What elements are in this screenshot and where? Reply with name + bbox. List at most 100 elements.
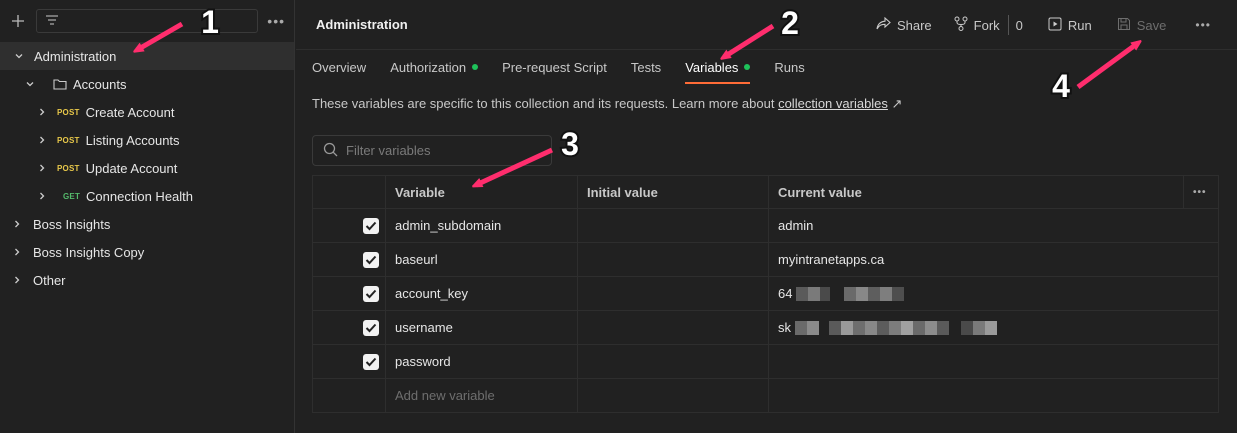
table-row: account_key 64: [312, 276, 1219, 311]
main-panel: Administration Share Fork 0 Run Save •••…: [296, 0, 1237, 433]
fork-icon: [954, 16, 968, 34]
add-new-variable-input[interactable]: Add new variable: [385, 378, 578, 413]
play-icon: [1048, 17, 1062, 34]
tab-tests[interactable]: Tests: [631, 50, 661, 84]
filter-icon: [45, 14, 59, 29]
redacted-value: [796, 286, 905, 302]
sidebar-item-label: Connection Health: [86, 188, 194, 204]
current-value-cell[interactable]: sk: [768, 310, 1219, 345]
more-icon[interactable]: •••: [266, 11, 286, 31]
method-badge: POST: [57, 163, 80, 173]
column-header-initial-value: Initial value: [577, 175, 769, 209]
chevron-right-icon: [35, 133, 49, 147]
checkbox-cell: [312, 242, 386, 277]
checkbox-cell: [312, 378, 386, 413]
column-options[interactable]: •••: [1183, 175, 1219, 209]
sidebar-item-update-account[interactable]: POST Update Account: [0, 154, 294, 182]
redacted-value: [794, 320, 997, 336]
save-label: Save: [1136, 17, 1167, 33]
current-value[interactable]: [768, 378, 1219, 413]
enabled-checkbox[interactable]: [363, 251, 379, 268]
sidebar-item-label: Other: [33, 272, 66, 288]
table-row: username sk: [312, 310, 1219, 345]
chevron-right-icon: [35, 161, 49, 175]
sidebar-item-listing-accounts[interactable]: POST Listing Accounts: [0, 126, 294, 154]
tab-label: Tests: [630, 59, 662, 75]
tab-overview[interactable]: Overview: [312, 50, 366, 84]
variable-name[interactable]: account_key: [385, 276, 578, 311]
tab-authorization[interactable]: Authorization: [390, 50, 479, 84]
current-value[interactable]: admin: [768, 208, 1219, 243]
initial-value[interactable]: [577, 242, 769, 277]
checkbox-cell: [312, 344, 386, 379]
collection-variables-link[interactable]: collection variables: [778, 96, 888, 111]
checkbox-cell: [312, 276, 386, 311]
sidebar-item-label: Create Account: [85, 104, 175, 120]
save-button[interactable]: Save: [1117, 17, 1167, 34]
initial-value[interactable]: [577, 208, 769, 243]
variable-name[interactable]: admin_subdomain: [385, 208, 578, 243]
sidebar-item-connection-health[interactable]: GET Connection Health: [0, 182, 294, 210]
filter-variables-input[interactable]: Filter variables: [312, 135, 552, 166]
table-row: password: [312, 344, 1219, 379]
sidebar: ••• Administration Accounts POST Create …: [0, 0, 295, 433]
sidebar-item-other[interactable]: Other: [0, 266, 294, 294]
column-header-current-value: Current value: [768, 175, 1184, 209]
method-badge: POST: [57, 135, 80, 145]
tab-label: Runs: [774, 59, 805, 75]
status-dot: [472, 64, 479, 70]
tab-runs[interactable]: Runs: [774, 50, 804, 84]
initial-value[interactable]: [577, 276, 769, 311]
sidebar-item-create-account[interactable]: POST Create Account: [0, 98, 294, 126]
chevron-down-icon: [23, 77, 37, 91]
chevron-right-icon: [35, 189, 49, 203]
filter-placeholder: Filter variables: [346, 143, 431, 158]
chevron-right-icon: [10, 273, 24, 287]
current-value-cell[interactable]: 64: [768, 276, 1219, 311]
enabled-checkbox[interactable]: [363, 353, 379, 370]
initial-value[interactable]: [577, 344, 769, 379]
sidebar-item-label: Accounts: [73, 76, 127, 92]
more-icon[interactable]: •••: [1195, 18, 1211, 32]
sidebar-item-boss-insights-copy[interactable]: Boss Insights Copy: [0, 238, 294, 266]
sidebar-item-boss-insights[interactable]: Boss Insights: [0, 210, 294, 238]
sidebar-item-accounts[interactable]: Accounts: [0, 70, 294, 98]
initial-value[interactable]: [577, 378, 769, 413]
description-text: These variables are specific to this col…: [312, 96, 779, 111]
tab-variables[interactable]: Variables: [685, 50, 751, 84]
sidebar-item-label: Listing Accounts: [85, 132, 180, 148]
checkbox-cell: [312, 310, 386, 345]
tab-label: Authorization: [390, 59, 467, 75]
current-value: sk: [778, 319, 791, 335]
variable-name[interactable]: username: [385, 310, 578, 345]
fork-count: 0: [1015, 17, 1023, 33]
sidebar-filter[interactable]: [35, 9, 259, 33]
chevron-right-icon: [10, 245, 24, 259]
current-value[interactable]: [768, 344, 1219, 379]
current-value[interactable]: myintranetapps.ca: [768, 242, 1219, 277]
method-badge: GET: [63, 191, 81, 201]
enabled-checkbox[interactable]: [363, 285, 379, 302]
initial-value[interactable]: [577, 310, 769, 345]
share-button[interactable]: Share: [876, 16, 932, 33]
share-icon: [876, 16, 891, 33]
divider: [1007, 15, 1009, 35]
run-label: Run: [1067, 17, 1092, 33]
fork-button[interactable]: Fork: [954, 16, 1000, 34]
variable-name[interactable]: baseurl: [385, 242, 578, 277]
enabled-checkbox[interactable]: [363, 319, 379, 336]
variables-description: These variables are specific to this col…: [312, 96, 902, 112]
tab-pre-request-script[interactable]: Pre-request Script: [502, 50, 607, 84]
method-badge: POST: [57, 107, 80, 117]
checkbox-column-header: [312, 175, 386, 209]
external-link-icon: ↗: [891, 96, 903, 111]
sidebar-item-administration[interactable]: Administration: [0, 42, 294, 70]
run-button[interactable]: Run: [1048, 17, 1092, 34]
add-icon[interactable]: [8, 11, 28, 31]
table-header-row: Variable Initial value Current value •••: [312, 175, 1219, 209]
enabled-checkbox[interactable]: [363, 217, 379, 234]
sidebar-item-label: Update Account: [85, 160, 178, 176]
header-actions: Share Fork 0 Run Save •••: [876, 0, 1237, 50]
variable-name[interactable]: password: [385, 344, 578, 379]
collection-tabs: Overview Authorization Pre-request Scrip…: [296, 50, 1237, 84]
